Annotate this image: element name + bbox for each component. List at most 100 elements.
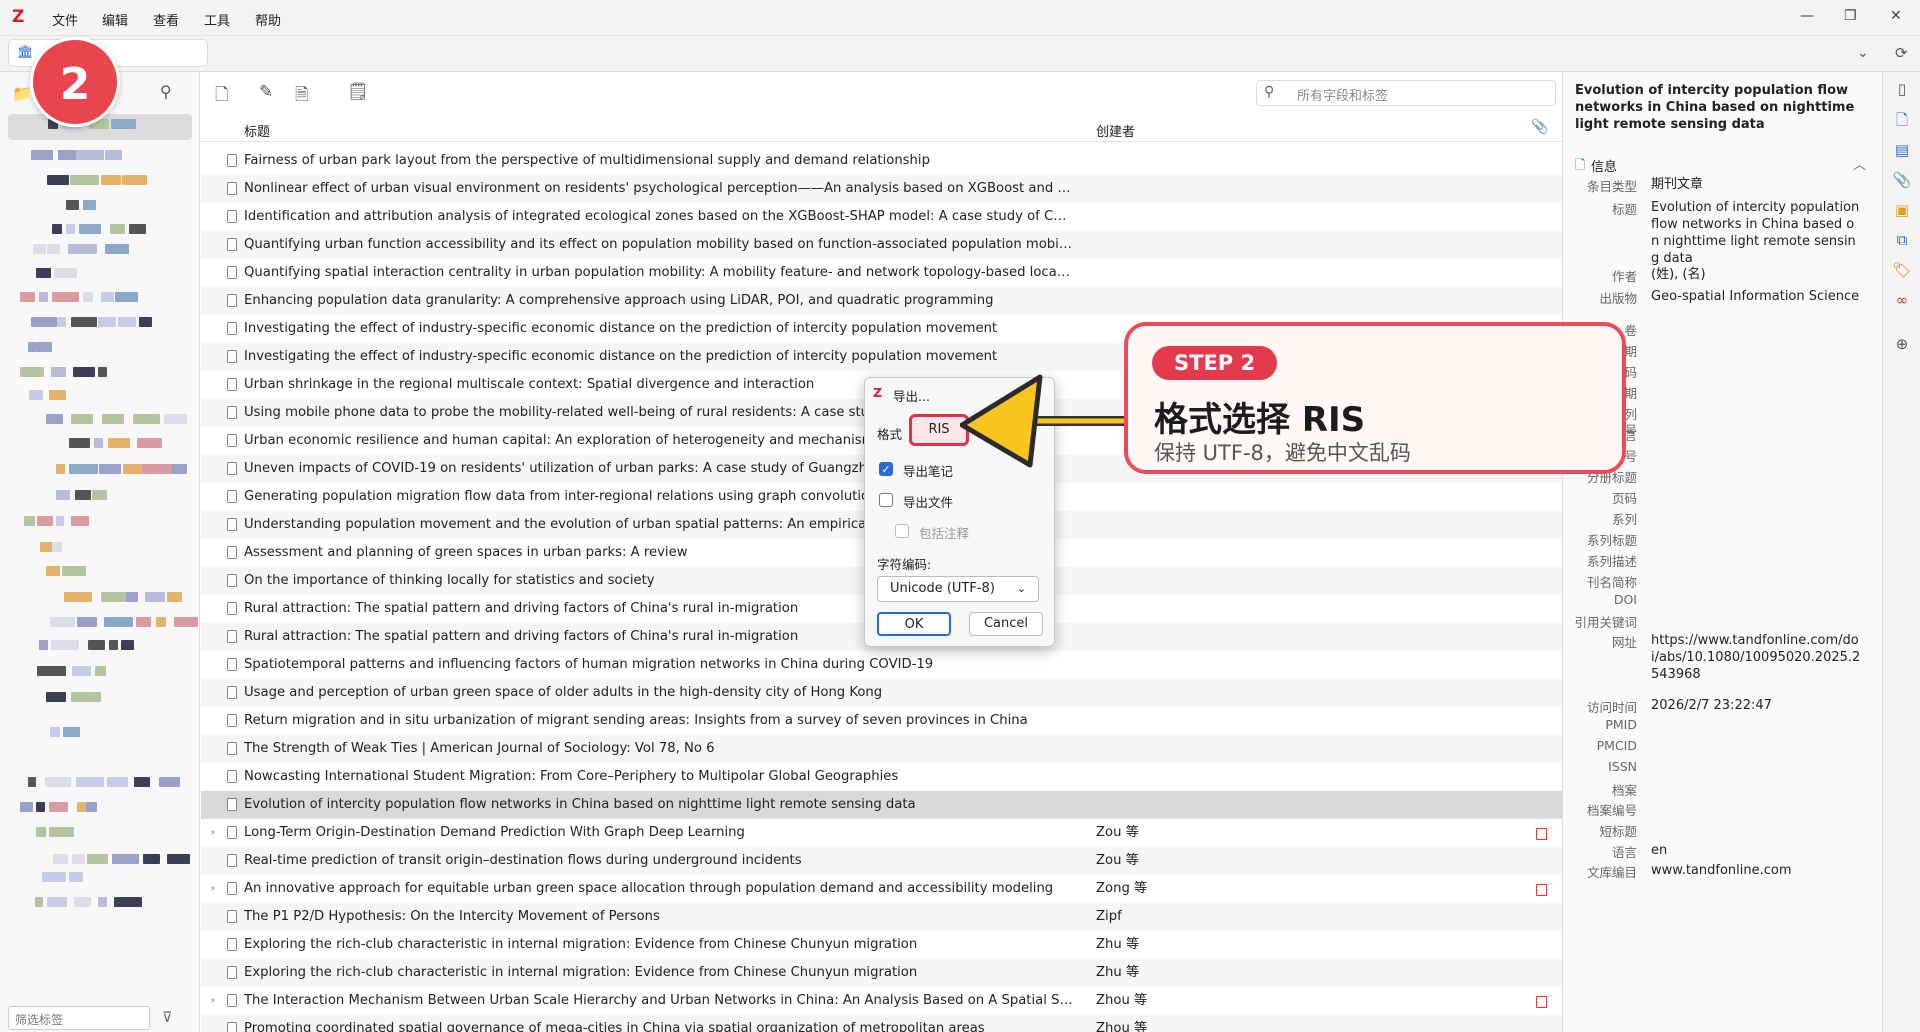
encoding-select[interactable]: Unicode (UTF-8) ⌄ bbox=[877, 576, 1039, 602]
table-row[interactable]: › The Interaction Mechanism Between Urban… bbox=[201, 987, 1562, 1015]
pdf-attachment-icon[interactable] bbox=[1536, 828, 1547, 840]
blurred-collection-fragment bbox=[36, 342, 52, 352]
field-label: 访问时间 bbox=[1586, 700, 1637, 715]
close-icon[interactable]: ✕ bbox=[1890, 8, 1902, 24]
attachments-nav-icon[interactable]: 📎 bbox=[1892, 170, 1912, 190]
expand-twisty-icon[interactable]: › bbox=[211, 875, 215, 903]
table-row[interactable]: Exploring the rich-club characteristic i… bbox=[201, 931, 1562, 959]
table-row[interactable]: Exploring the rich-club characteristic i… bbox=[201, 959, 1562, 987]
table-row[interactable]: Fairness of urban park layout from the p… bbox=[201, 147, 1562, 175]
blurred-collection-fragment bbox=[52, 542, 62, 552]
search-icon[interactable]: ⚲ bbox=[160, 82, 172, 101]
notes-nav-icon[interactable]: ▣ bbox=[1892, 200, 1912, 220]
table-row[interactable]: Real-time prediction of transit origin–d… bbox=[201, 847, 1562, 875]
field-value[interactable]: www.tandfonline.com bbox=[1651, 862, 1861, 879]
field-value[interactable]: Evolution of intercity population flow n… bbox=[1651, 199, 1861, 267]
blurred-collection-fragment bbox=[126, 592, 138, 602]
blurred-collection-fragment bbox=[37, 516, 53, 526]
sync-icon[interactable]: ⟳ bbox=[1895, 44, 1908, 62]
journal-article-icon bbox=[227, 266, 237, 279]
locate-nav-icon[interactable]: ⊕ bbox=[1892, 334, 1912, 354]
info-section-header[interactable]: 🗋 信息 ︿ bbox=[1573, 154, 1873, 176]
table-row[interactable]: Quantifying urban function accessibility… bbox=[201, 231, 1562, 259]
ok-button[interactable]: OK bbox=[877, 612, 951, 636]
item-title: Spatiotemporal patterns and influencing … bbox=[244, 657, 934, 672]
blurred-collection-fragment bbox=[47, 175, 69, 185]
table-row[interactable]: Identification and attribution analysis … bbox=[201, 203, 1562, 231]
attachment-column-icon[interactable]: 📎 bbox=[1531, 119, 1548, 135]
table-row[interactable]: Return migration and in situ urbanizatio… bbox=[201, 707, 1562, 735]
table-row[interactable]: › Long-Term Origin-Destination Demand Pre… bbox=[201, 819, 1562, 847]
item-creator: Zhu 等 bbox=[1096, 965, 1140, 980]
column-creator[interactable]: 创建者 bbox=[1096, 121, 1135, 140]
blurred-collection-fragment bbox=[72, 666, 91, 676]
related-nav-icon[interactable]: ∞ bbox=[1892, 290, 1912, 310]
blurred-collection-fragment bbox=[68, 244, 97, 254]
magic-wand-icon[interactable]: ✎ bbox=[259, 82, 273, 102]
menu-file[interactable]: 文件 bbox=[52, 10, 78, 29]
cancel-button[interactable]: Cancel bbox=[969, 612, 1043, 636]
field-label: 档案 bbox=[1611, 783, 1637, 798]
field-value[interactable]: Geo-spatial Information Science bbox=[1651, 288, 1861, 305]
menu-tools[interactable]: 工具 bbox=[204, 10, 230, 29]
minimize-icon[interactable]: — bbox=[1800, 8, 1814, 24]
encoding-value: Unicode (UTF-8) bbox=[890, 581, 995, 596]
column-title[interactable]: 标题 bbox=[244, 121, 270, 140]
filter-icon[interactable]: ⊽ bbox=[162, 1010, 172, 1026]
expand-twisty-icon[interactable]: › bbox=[211, 987, 215, 1015]
field-value[interactable]: 期刊文章 bbox=[1651, 176, 1861, 193]
pdf-attachment-icon[interactable] bbox=[1536, 884, 1547, 896]
blurred-collection-fragment bbox=[49, 390, 66, 400]
tag-filter-input[interactable]: 筛选标签 bbox=[8, 1006, 150, 1030]
collapse-icon[interactable]: ︿ bbox=[1853, 154, 1866, 173]
blurred-collection-fragment bbox=[47, 244, 60, 254]
add-attachment-icon[interactable]: 🗎 bbox=[295, 82, 309, 111]
table-row[interactable]: Quantifying spatial interaction centrali… bbox=[201, 259, 1562, 287]
table-row[interactable]: The Strength of Weak Ties | American Jou… bbox=[201, 735, 1562, 763]
table-row[interactable]: Promoting coordinated spatial governance… bbox=[201, 1015, 1562, 1032]
abstract-nav-icon[interactable]: ▤ bbox=[1892, 140, 1912, 160]
blurred-collection-fragment bbox=[52, 224, 62, 234]
blurred-collection-fragment bbox=[174, 617, 198, 627]
blurred-collection-fragment bbox=[142, 464, 171, 474]
tags-nav-icon[interactable]: 🏷 bbox=[1892, 260, 1912, 280]
field-value[interactable]: 2026/2/7 23:22:47 bbox=[1651, 697, 1861, 714]
field-value[interactable]: (姓), (名) bbox=[1651, 266, 1861, 283]
info-nav-icon[interactable]: 🗋 bbox=[1892, 110, 1912, 130]
blurred-collection-fragment bbox=[88, 640, 105, 650]
new-note-icon[interactable]: 🗒 bbox=[347, 82, 369, 102]
blurred-collection-fragment bbox=[83, 292, 93, 302]
menu-help[interactable]: 帮助 bbox=[255, 10, 281, 29]
pdf-attachment-icon[interactable] bbox=[1536, 996, 1547, 1008]
libraries-nav-icon[interactable]: ⧉ bbox=[1892, 230, 1912, 250]
search-input[interactable]: 所有字段和标签 bbox=[1256, 80, 1556, 106]
chevron-down-icon[interactable]: ⌄ bbox=[1857, 45, 1869, 61]
expand-twisty-icon[interactable]: › bbox=[211, 819, 215, 847]
table-row[interactable]: Usage and perception of urban green spac… bbox=[201, 679, 1562, 707]
export-notes-checkbox[interactable]: ✓ bbox=[879, 462, 893, 476]
menu-edit[interactable]: 编辑 bbox=[102, 10, 128, 29]
new-item-icon[interactable]: 🗋 bbox=[215, 82, 229, 111]
journal-article-icon bbox=[227, 406, 237, 419]
table-row[interactable]: The P1 P2/D Hypothesis: On the Intercity… bbox=[201, 903, 1562, 931]
restore-icon[interactable]: ❐ bbox=[1844, 8, 1857, 24]
table-row[interactable]: Nonlinear effect of urban visual environ… bbox=[201, 175, 1562, 203]
field-value[interactable]: en bbox=[1651, 842, 1861, 859]
journal-article-icon bbox=[227, 602, 237, 615]
table-row[interactable]: Evolution of intercity population flow n… bbox=[201, 791, 1562, 819]
blurred-collection-fragment bbox=[74, 897, 91, 907]
blurred-collection-fragment bbox=[139, 317, 152, 327]
table-row[interactable]: Nowcasting International Student Migrati… bbox=[201, 763, 1562, 791]
table-row[interactable]: Enhancing population data granularity: A… bbox=[201, 287, 1562, 315]
new-collection-icon[interactable]: 📁 bbox=[12, 84, 32, 103]
blurred-collection-fragment bbox=[47, 897, 67, 907]
blurred-collection-fragment bbox=[92, 490, 107, 500]
blurred-collection-fragment bbox=[69, 438, 90, 448]
export-files-checkbox[interactable] bbox=[879, 493, 893, 507]
menu-view[interactable]: 查看 bbox=[153, 10, 179, 29]
field-value[interactable]: https://www.tandfonline.com/doi/abs/10.1… bbox=[1651, 632, 1861, 683]
blurred-collection-fragment bbox=[101, 175, 121, 185]
table-row[interactable]: › An innovative approach for equitable ur… bbox=[201, 875, 1562, 903]
toggle-pane-icon[interactable]: ▯ bbox=[1892, 79, 1912, 99]
table-row[interactable]: Spatiotemporal patterns and influencing … bbox=[201, 651, 1562, 679]
